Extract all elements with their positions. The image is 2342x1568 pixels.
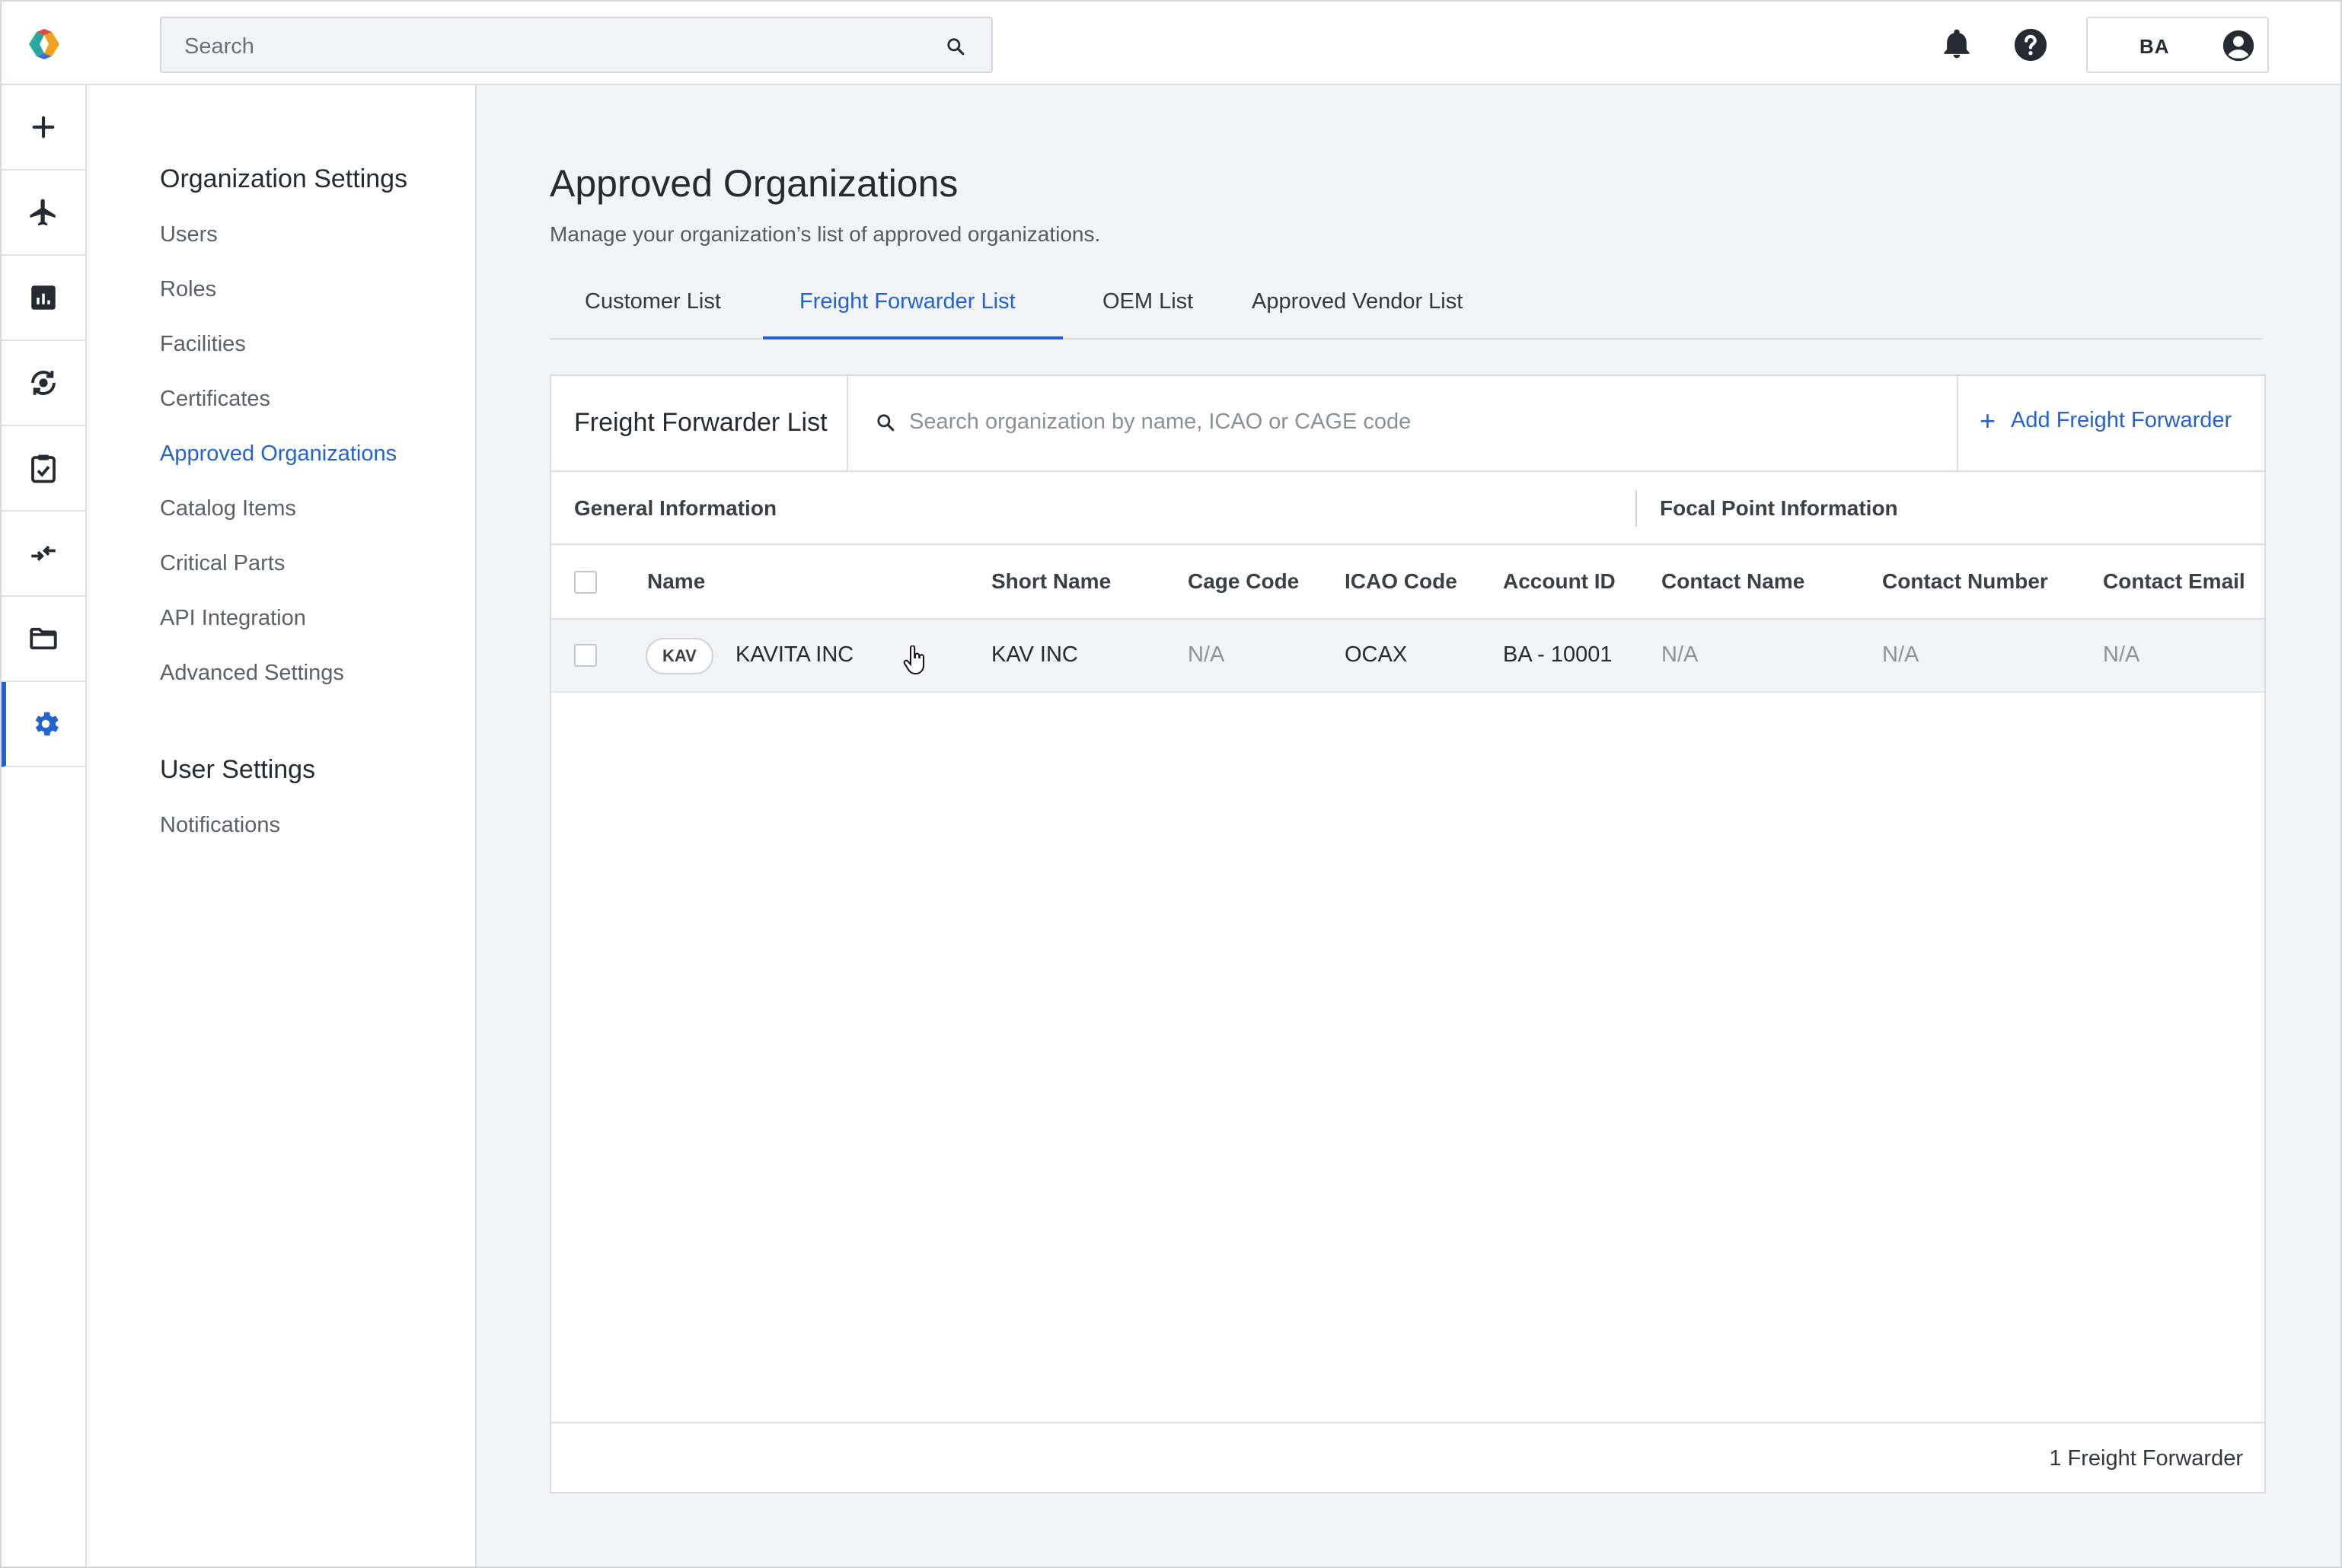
table-row[interactable]: KAV KAVITA INC KAV INC N/A OCAX BA - 100…: [551, 620, 2264, 693]
table-toolbar: Freight Forwarder List Search organizati…: [551, 376, 2264, 472]
tab-customer-list[interactable]: Customer List: [550, 266, 760, 339]
row-checkbox[interactable]: [574, 644, 597, 667]
rail-item-create[interactable]: [2, 85, 85, 171]
page-subtitle: Manage your organization’s list of appro…: [550, 222, 1101, 246]
plus-icon: +: [1980, 404, 1996, 436]
search-icon[interactable]: [946, 37, 965, 56]
column-contact-number[interactable]: Contact Number: [1882, 569, 2048, 594]
rail-item-tasks[interactable]: [2, 426, 85, 512]
nav-link-advanced-settings[interactable]: Advanced Settings: [160, 661, 344, 686]
rail-item-settings[interactable]: [2, 682, 85, 767]
column-contact-name[interactable]: Contact Name: [1661, 569, 1804, 594]
user-menu-button[interactable]: BA: [2086, 17, 2269, 73]
group-divider: [1635, 490, 1637, 527]
cell-cage-code: N/A: [1188, 642, 1225, 667]
user-initials: BA: [2139, 35, 2170, 58]
nav-link-critical-parts[interactable]: Critical Parts: [160, 551, 285, 576]
user-settings-heading: User Settings: [160, 755, 316, 784]
rail-item-documents[interactable]: [2, 597, 85, 682]
search-placeholder: Search: [184, 34, 254, 59]
global-search-input[interactable]: Search: [160, 17, 993, 73]
nav-link-roles[interactable]: Roles: [160, 277, 216, 302]
settings-nav: Organization Settings Users Roles Facili…: [87, 85, 477, 1566]
tab-oem-list[interactable]: OEM List: [1083, 266, 1197, 339]
nav-link-approved-organizations[interactable]: Approved Organizations: [160, 441, 397, 467]
rail-item-parts-exchange[interactable]: [2, 341, 85, 426]
tab-approved-vendor-list[interactable]: Approved Vendor List: [1217, 266, 1468, 339]
cell-icao-code: OCAX: [1345, 642, 1408, 667]
group-focal-point-information: Focal Point Information: [1660, 496, 1898, 520]
cell-name: KAVITA INC: [735, 642, 854, 667]
parts-exchange-icon: [31, 371, 56, 395]
main-content: Approved Organizations Manage your organ…: [477, 85, 2340, 1566]
org-badge: KAV: [646, 638, 713, 674]
record-count: 1 Freight Forwarder: [2049, 1446, 2243, 1471]
app-logo[interactable]: [24, 27, 64, 61]
compare-arrows-icon: [31, 545, 56, 562]
tab-freight-forwarder-list[interactable]: Freight Forwarder List: [763, 266, 1063, 339]
rail-item-analytics[interactable]: [2, 256, 85, 341]
column-account-id[interactable]: Account ID: [1503, 569, 1616, 594]
add-freight-forwarder-label: Add Freight Forwarder: [2011, 408, 2232, 432]
nav-link-api-integration[interactable]: API Integration: [160, 606, 306, 631]
column-contact-email[interactable]: Contact Email: [2103, 569, 2245, 594]
table-footer: 1 Freight Forwarder: [551, 1422, 2264, 1492]
cell-short-name: KAV INC: [991, 642, 1078, 667]
gear-icon: [35, 712, 59, 736]
cell-account-id: BA - 10001: [1503, 642, 1613, 667]
bell-icon[interactable]: [1940, 27, 1973, 61]
column-group-header: General Information Focal Point Informat…: [551, 472, 2264, 545]
group-general-information: General Information: [574, 496, 777, 520]
cell-contact-name: N/A: [1661, 642, 1699, 667]
column-icao-code[interactable]: ICAO Code: [1345, 569, 1457, 594]
icon-rail: [2, 85, 87, 1566]
nav-link-users[interactable]: Users: [160, 222, 218, 247]
column-cage-code[interactable]: Cage Code: [1188, 569, 1299, 594]
nav-link-facilities[interactable]: Facilities: [160, 332, 246, 357]
rail-item-compare[interactable]: [2, 512, 85, 597]
nav-link-catalog-items[interactable]: Catalog Items: [160, 496, 296, 521]
add-freight-forwarder-button[interactable]: + Add Freight Forwarder: [1980, 404, 2232, 436]
nav-link-certificates[interactable]: Certificates: [160, 387, 270, 412]
rail-item-flights[interactable]: [2, 171, 85, 256]
help-icon[interactable]: [2013, 27, 2048, 62]
select-all-checkbox[interactable]: [574, 571, 597, 594]
list-tabs: Customer List Freight Forwarder List OEM…: [550, 266, 2263, 339]
page-title: Approved Organizations: [550, 162, 959, 205]
airplane-icon: [30, 199, 56, 226]
freight-forwarder-table-card: Freight Forwarder List Search organizati…: [550, 374, 2266, 1493]
top-bar: Search BA: [2, 2, 2340, 85]
column-name[interactable]: Name: [647, 569, 705, 594]
org-settings-heading: Organization Settings: [160, 164, 408, 193]
plus-icon: [32, 116, 55, 139]
search-icon: [877, 414, 895, 432]
organization-search-input[interactable]: Search organization by name, ICAO or CAG…: [909, 410, 1411, 435]
clipboard-check-icon: [31, 454, 56, 483]
nav-link-notifications[interactable]: Notifications: [160, 813, 280, 838]
column-short-name[interactable]: Short Name: [991, 569, 1111, 594]
account-icon: [2222, 30, 2254, 62]
toolbar-divider: [847, 376, 848, 470]
analytics-icon: [31, 285, 56, 310]
table-header-row: Name Short Name Cage Code ICAO Code Acco…: [551, 545, 2264, 620]
cell-contact-number: N/A: [1882, 642, 1919, 667]
table-title: Freight Forwarder List: [574, 408, 828, 437]
cell-contact-email: N/A: [2103, 642, 2140, 667]
folder-icon: [30, 627, 57, 650]
toolbar-divider: [1957, 376, 1958, 470]
hand-cursor-icon: [903, 645, 924, 674]
